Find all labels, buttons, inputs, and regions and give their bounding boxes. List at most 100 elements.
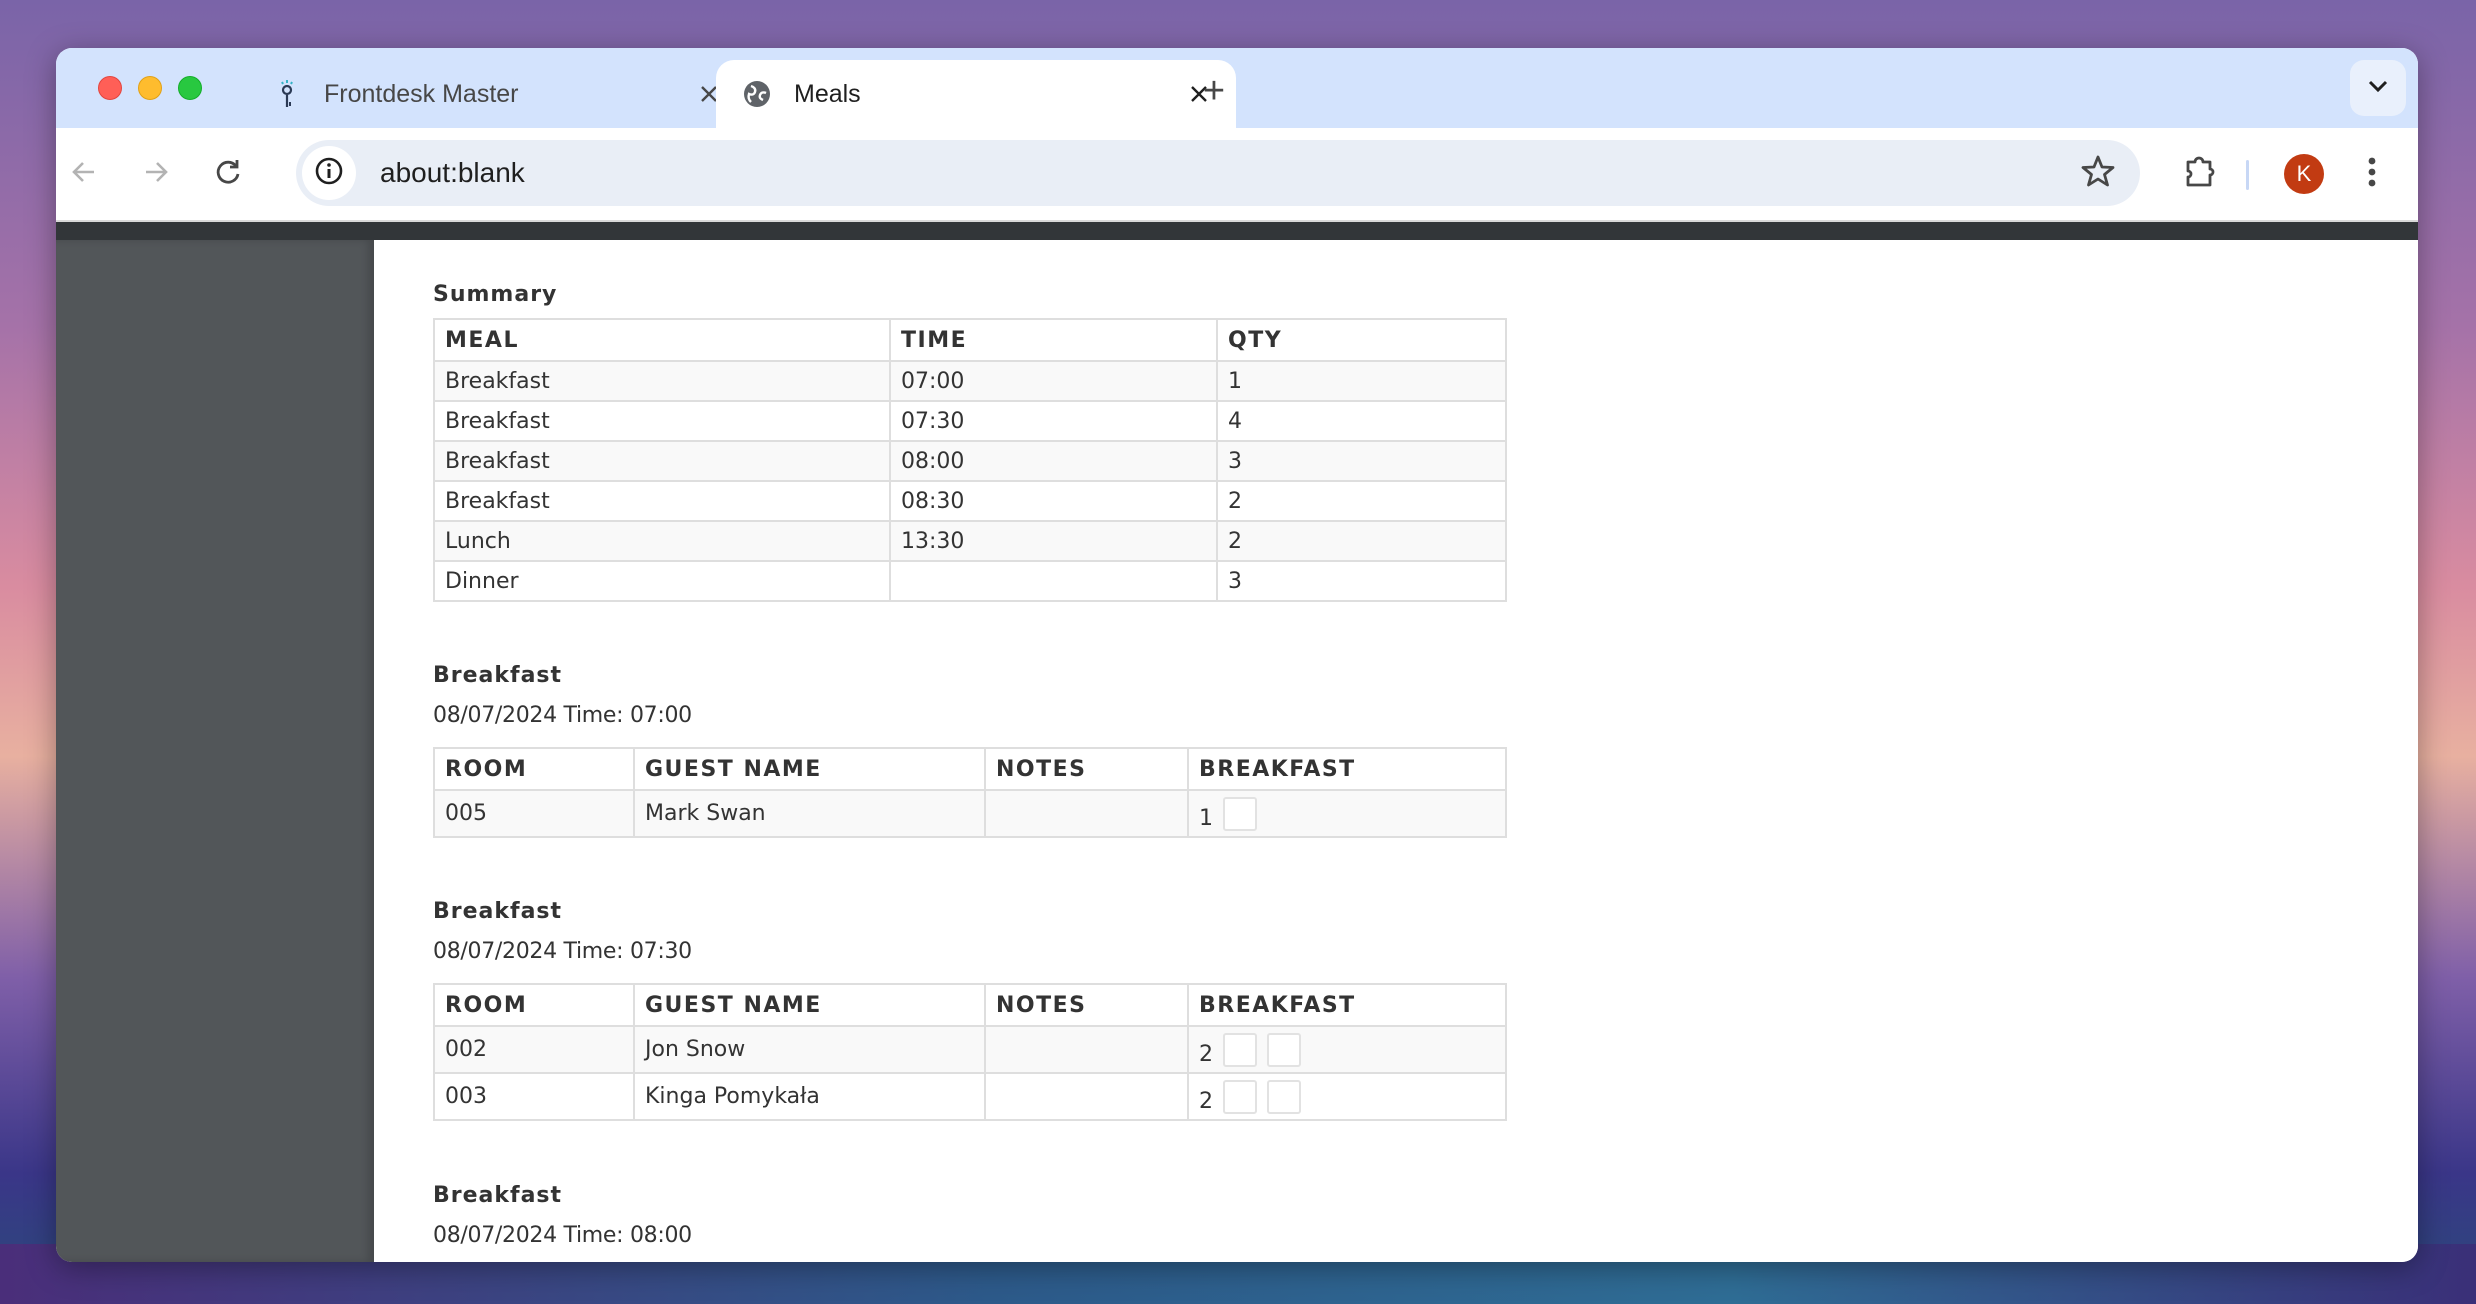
puzzle-piece-icon (2183, 155, 2217, 194)
browser-window: Frontdesk Master Meals + about:blank K S… (56, 48, 2418, 1262)
breakfast-cell: 1 (1187, 789, 1507, 838)
column-header-guest-name: GUEST NAME (633, 983, 986, 1027)
qty-cell: 4 (1216, 400, 1507, 442)
extensions-button[interactable] (2174, 148, 2226, 200)
bookmark-button[interactable] (2078, 153, 2118, 193)
table-row: 003 Kinga Pomykała 2 (433, 1072, 1507, 1121)
column-header-room: ROOM (433, 747, 635, 791)
time-cell: 07:30 (889, 400, 1218, 442)
time-cell (889, 560, 1218, 602)
breakfast-cell: 2 (1187, 1025, 1507, 1074)
column-header-meal: MEAL (433, 318, 891, 362)
tab-title: Frontdesk Master (324, 79, 519, 108)
forward-button[interactable] (132, 150, 180, 198)
window-minimize-button[interactable] (138, 76, 162, 100)
more-vertical-icon (2367, 156, 2377, 193)
column-header-breakfast: BREAKFAST (1187, 983, 1507, 1027)
meal-cell: Breakfast (433, 440, 891, 482)
breakfast-table-0700: ROOM GUEST NAME NOTES BREAKFAST 005 Mark… (433, 747, 1507, 838)
meal-cell: Breakfast (433, 360, 891, 402)
notes-cell (984, 1072, 1189, 1121)
tab-search-button[interactable] (2350, 60, 2406, 116)
frontdesk-key-icon (272, 79, 302, 109)
breakfast-qty: 1 (1199, 805, 1213, 831)
table-row: Breakfast 07:00 1 (433, 360, 1507, 402)
checkbox[interactable] (1223, 1032, 1257, 1067)
time-cell: 07:00 (889, 360, 1218, 402)
chevron-down-icon (2367, 79, 2389, 98)
browser-toolbar: about:blank K (56, 128, 2418, 220)
notes-cell (984, 789, 1189, 838)
qty-cell: 3 (1216, 440, 1507, 482)
column-header-notes: NOTES (984, 747, 1189, 791)
breakfast-qty: 2 (1199, 1088, 1213, 1114)
menu-button[interactable] (2346, 148, 2398, 200)
reload-icon (213, 157, 243, 192)
breakfast-cell: 2 (1187, 1072, 1507, 1121)
qty-cell: 1 (1216, 360, 1507, 402)
address-bar[interactable]: about:blank (296, 140, 2140, 206)
reload-button[interactable] (204, 150, 252, 198)
table-row: Dinner 3 (433, 560, 1507, 602)
notes-cell (984, 1025, 1189, 1074)
star-icon (2081, 154, 2115, 193)
time-cell: 08:00 (889, 440, 1218, 482)
qty-cell: 2 (1216, 520, 1507, 562)
info-icon (314, 156, 344, 191)
page-content: Summary MEAL TIME QTY Breakfast 07:00 1 … (374, 240, 2418, 1262)
table-row: Breakfast 08:00 3 (433, 440, 1507, 482)
room-cell: 003 (433, 1072, 635, 1121)
breakfast-table-0730: ROOM GUEST NAME NOTES BREAKFAST 002 Jon … (433, 983, 1507, 1121)
time-cell: 08:30 (889, 480, 1218, 522)
group-title: Breakfast (433, 899, 563, 924)
tab-title: Meals (794, 79, 861, 108)
column-header-qty: QTY (1216, 318, 1507, 362)
avatar: K (2284, 154, 2324, 194)
checkbox[interactable] (1267, 1079, 1301, 1114)
qty-cell: 3 (1216, 560, 1507, 602)
group-date-time: 08/07/2024 Time: 07:00 (433, 703, 692, 728)
qty-cell: 2 (1216, 480, 1507, 522)
table-row: Lunch 13:30 2 (433, 520, 1507, 562)
meal-cell: Breakfast (433, 480, 891, 522)
group-date-time: 08/07/2024 Time: 07:30 (433, 939, 692, 964)
window-maximize-button[interactable] (178, 76, 202, 100)
globe-icon (742, 79, 772, 109)
guest-name-cell: Mark Swan (633, 789, 986, 838)
table-row: Breakfast 07:30 4 (433, 400, 1507, 442)
url-text[interactable]: about:blank (380, 140, 525, 206)
new-tab-button[interactable]: + (1194, 72, 1234, 112)
back-button[interactable] (60, 150, 108, 198)
checkbox[interactable] (1223, 796, 1257, 831)
arrow-right-icon (142, 158, 170, 191)
group-date-time: 08/07/2024 Time: 08:00 (433, 1223, 692, 1248)
column-header-time: TIME (889, 318, 1218, 362)
column-header-guest-name: GUEST NAME (633, 747, 986, 791)
meal-cell: Dinner (433, 560, 891, 602)
meal-cell: Lunch (433, 520, 891, 562)
tab-frontdesk-master[interactable]: Frontdesk Master (246, 60, 746, 128)
summary-title: Summary (433, 282, 558, 307)
site-info-button[interactable] (302, 146, 356, 200)
breakfast-qty: 2 (1199, 1041, 1213, 1067)
guest-name-cell: Jon Snow (633, 1025, 986, 1074)
tab-strip: Frontdesk Master Meals + (56, 48, 2418, 128)
room-cell: 005 (433, 789, 635, 838)
time-cell: 13:30 (889, 520, 1218, 562)
group-title: Breakfast (433, 663, 563, 688)
summary-table: MEAL TIME QTY Breakfast 07:00 1 Breakfas… (433, 318, 1507, 602)
profile-button[interactable]: K (2278, 148, 2330, 200)
arrow-left-icon (70, 158, 98, 191)
column-header-room: ROOM (433, 983, 635, 1027)
checkbox[interactable] (1223, 1079, 1257, 1114)
tab-meals[interactable]: Meals (716, 60, 1236, 128)
checkbox[interactable] (1267, 1032, 1301, 1067)
group-title: Breakfast (433, 1183, 563, 1208)
table-row: 005 Mark Swan 1 (433, 789, 1507, 838)
guest-name-cell: Kinga Pomykała (633, 1072, 986, 1121)
viewer-top-bar (56, 222, 2418, 240)
meal-cell: Breakfast (433, 400, 891, 442)
window-close-button[interactable] (98, 76, 122, 100)
viewer-sidebar (56, 240, 374, 1262)
toolbar-divider (2246, 160, 2249, 190)
